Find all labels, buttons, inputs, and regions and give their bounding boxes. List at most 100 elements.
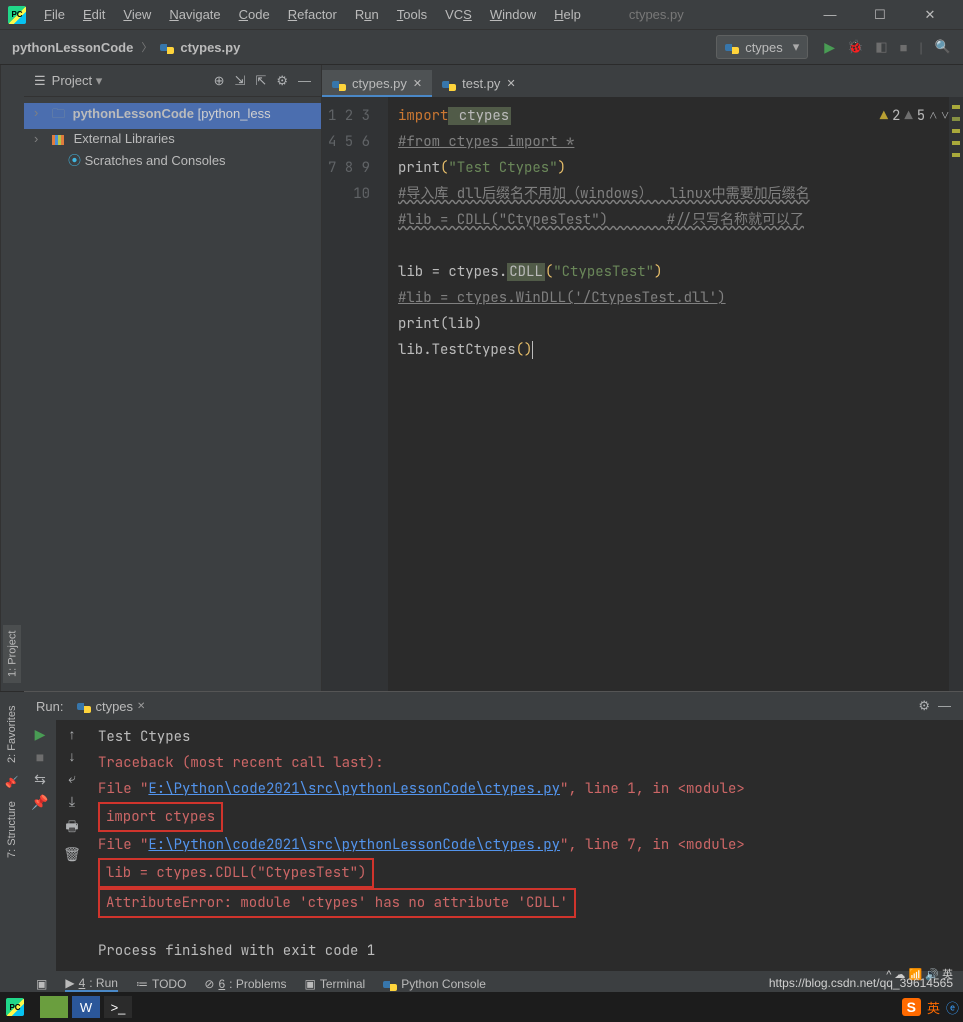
menu-navigate[interactable]: Navigate — [161, 3, 228, 26]
code-editor[interactable]: 1 2 3 4 5 6 7 8 9 10 import ctypes #from… — [322, 97, 963, 691]
editor-tabs: ctypes.py ✕ test.py ✕ — [322, 65, 963, 97]
python-file-icon — [383, 979, 397, 993]
close-tab-icon[interactable]: ✕ — [413, 77, 422, 90]
clear-icon[interactable]: 🗑 — [63, 846, 81, 863]
menu-view[interactable]: View — [115, 3, 159, 26]
taskbar-word-icon[interactable]: W — [72, 996, 100, 1018]
menu-vcs[interactable]: VCS — [437, 3, 480, 26]
run-with-coverage-button[interactable]: ◧ — [875, 39, 887, 55]
menu-window[interactable]: Window — [482, 3, 544, 26]
favorites-tool-tab[interactable]: 2: Favorites — [3, 700, 21, 769]
menu-run[interactable]: Run — [347, 3, 387, 26]
highlighted-error-line: AttributeError: module 'ctypes' has no a… — [98, 888, 576, 918]
expand-all-icon[interactable]: ⇲ — [235, 73, 246, 89]
system-tray[interactable]: ^ ☁ 📶 🔊 英 — [886, 966, 953, 982]
file-link[interactable]: E:\Python\code2021\src\pythonLessonCode\… — [148, 780, 560, 798]
debug-button[interactable]: 🐞 — [847, 39, 863, 55]
breadcrumb-file[interactable]: ctypes.py — [180, 40, 240, 55]
up-stacktrace-icon[interactable]: ↑ — [69, 726, 76, 742]
warning-icon: ▲ — [880, 103, 888, 129]
bottom-tab-problems[interactable]: ⊘ 6: Problems — [204, 977, 286, 991]
console-toolbar: ↑ ↓ ⤶ ⤓ 🖶 🗑 — [56, 720, 88, 971]
menu-edit[interactable]: Edit — [75, 3, 113, 26]
highlighted-cdll-line: lib = ctypes.CDLL("CtypesTest") — [98, 858, 374, 888]
taskbar-app-icon[interactable] — [40, 996, 68, 1018]
python-file-icon — [332, 79, 346, 93]
run-button[interactable]: ▶ — [824, 39, 835, 56]
sogou-ime-icon[interactable]: S — [902, 998, 921, 1016]
external-libraries-node[interactable]: › External Libraries — [24, 129, 321, 148]
hide-tool-window-icon[interactable]: — — [298, 73, 311, 89]
menu-code[interactable]: Code — [231, 3, 278, 26]
inspection-widget[interactable]: ▲2 ▲5 ˄ ˅ — [880, 103, 949, 129]
structure-tool-tab[interactable]: 7: Structure — [3, 795, 21, 864]
breadcrumb: pythonLessonCode ctypes.py — [12, 39, 240, 55]
os-taskbar: PC W >_ S 英 ⓔ — [0, 992, 963, 1022]
project-tool-tab[interactable]: 1: Project — [4, 625, 22, 683]
maximize-button[interactable]: ☐ — [865, 7, 895, 23]
pin-button[interactable]: 📌 — [31, 794, 48, 811]
soft-wrap-icon[interactable]: ⤶ — [68, 770, 76, 787]
scroll-to-end-icon[interactable]: ⤓ — [69, 793, 75, 810]
show-tool-windows-icon[interactable]: ▣ — [36, 977, 47, 991]
pin-icon: 📌 — [6, 775, 19, 788]
file-link[interactable]: E:\Python\code2021\src\pythonLessonCode\… — [148, 836, 560, 854]
navigation-bar: pythonLessonCode ctypes.py ctypes ▶ 🐞 ◧ … — [0, 30, 963, 65]
taskbar-terminal-icon[interactable]: >_ — [104, 996, 132, 1018]
menu-tools[interactable]: Tools — [389, 3, 435, 26]
run-tab-ctypes[interactable]: ctypes ✕ — [77, 699, 145, 714]
bottom-tab-run[interactable]: ▶ 4: Run — [65, 976, 118, 992]
error-stripe[interactable] — [949, 97, 963, 691]
close-run-tab-icon[interactable]: ✕ — [137, 701, 145, 712]
line-gutter[interactable]: 1 2 3 4 5 6 7 8 9 10 — [322, 97, 388, 691]
console-output[interactable]: Test Ctypes Traceback (most recent call … — [88, 720, 963, 971]
expand-caret-icon[interactable]: › — [34, 131, 38, 146]
bottom-tab-terminal[interactable]: ▣ Terminal — [305, 977, 366, 991]
weak-warning-icon: ▲ — [904, 103, 912, 129]
run-tool-window: Run: ctypes ✕ ⚙ — ▶ ■ ⇆ 📌 ↑ ↓ ⤶ ⤓ 🖶 🗑 Te… — [24, 691, 963, 971]
close-button[interactable]: ✕ — [915, 7, 945, 23]
window-controls: — ☐ ✕ — [815, 7, 955, 23]
editor-tab-ctypes[interactable]: ctypes.py ✕ — [322, 70, 432, 97]
minimize-button[interactable]: — — [815, 7, 845, 23]
bottom-tab-todo[interactable]: ≔ TODO — [136, 977, 186, 991]
project-view-selector[interactable]: Project — [34, 73, 102, 89]
menu-file[interactable]: FFileile — [36, 3, 73, 26]
window-title-file: ctypes.py — [629, 7, 684, 22]
ime-language-indicator[interactable]: 英 — [927, 998, 940, 1017]
traceback-line: Traceback (most recent call last): — [98, 750, 953, 776]
stop-button[interactable]: ■ — [900, 40, 908, 55]
collapse-all-icon[interactable]: ⇱ — [255, 73, 266, 89]
taskbar-pycharm-icon[interactable]: PC — [4, 994, 36, 1020]
editor-tab-test[interactable]: test.py ✕ — [432, 70, 526, 97]
down-stacktrace-icon[interactable]: ↓ — [69, 748, 76, 764]
breadcrumb-project[interactable]: pythonLessonCode — [12, 40, 133, 55]
bottom-tab-python-console[interactable]: Python Console — [383, 977, 486, 991]
close-tab-icon[interactable]: ✕ — [506, 77, 515, 90]
run-settings-icon[interactable]: ⚙ — [918, 698, 930, 714]
code-content[interactable]: import ctypes #from ctypes import * prin… — [388, 97, 949, 691]
title-bar: PC FFileile Edit View Navigate Code Refa… — [0, 0, 963, 30]
print-icon[interactable]: 🖶 — [65, 816, 78, 840]
expand-caret-icon[interactable]: › — [34, 105, 38, 120]
settings-icon[interactable]: ⚙ — [276, 73, 288, 89]
rerun-button[interactable]: ▶ — [35, 726, 46, 743]
prev-highlight-icon[interactable]: ˄ — [929, 103, 937, 129]
next-highlight-icon[interactable]: ˅ — [941, 103, 949, 129]
layout-button[interactable]: ⇆ — [34, 771, 46, 788]
traceback-file-2: File "E:\Python\code2021\src\pythonLesso… — [98, 832, 953, 858]
stop-button[interactable]: ■ — [36, 749, 44, 765]
project-root-node[interactable]: › 🗀 pythonLessonCode [python_less — [24, 103, 321, 129]
highlighted-import-line: import ctypes — [98, 802, 223, 832]
menu-refactor[interactable]: Refactor — [280, 3, 345, 26]
menu-help[interactable]: Help — [546, 3, 589, 26]
hide-run-panel-icon[interactable]: — — [938, 698, 951, 714]
search-everywhere-icon[interactable]: 🔍 — [935, 39, 951, 55]
scratches-node[interactable]: ⦿ Scratches and Consoles — [24, 148, 321, 171]
python-file-icon — [725, 42, 739, 56]
project-tool-window: Project ⊕ ⇲ ⇱ ⚙ — › 🗀 pythonLessonCode [… — [24, 65, 322, 691]
run-configuration-selector[interactable]: ctypes — [716, 35, 808, 59]
ime-status-icon[interactable]: ⓔ — [946, 998, 959, 1017]
stdout-line: Test Ctypes — [98, 724, 953, 750]
select-opened-file-icon[interactable]: ⊕ — [214, 73, 225, 89]
